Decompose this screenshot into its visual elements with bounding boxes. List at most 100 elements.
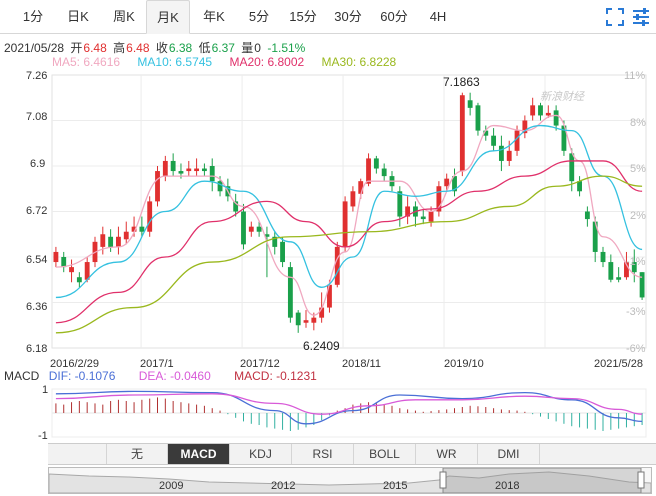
- candle-body: [467, 100, 473, 108]
- candle-body: [217, 181, 223, 192]
- time-navigator[interactable]: 2009 2012 2015 2018: [48, 467, 652, 494]
- y-left-tick: 6.54: [26, 254, 47, 266]
- candle-body: [186, 168, 192, 172]
- navigator-selection[interactable]: [442, 468, 642, 493]
- candle-body: [616, 277, 622, 280]
- gear-icon[interactable]: [630, 6, 652, 28]
- open-label: 开: [70, 41, 83, 55]
- tab-kdj[interactable]: KDJ: [230, 444, 292, 464]
- candle-body: [311, 317, 317, 323]
- candle-body: [248, 226, 254, 232]
- candle-body: [280, 241, 285, 263]
- candle-body: [600, 251, 606, 263]
- ma30-label: MA30: 6.8228: [321, 55, 397, 69]
- x-tick: 2018/11: [342, 358, 381, 370]
- candle-body: [366, 158, 371, 184]
- navigator-left-handle[interactable]: [439, 471, 447, 489]
- indicator-tab-bar: 无 MACD KDJ RSI BOLL WR DMI: [48, 443, 656, 465]
- candle-body: [116, 236, 121, 247]
- expand-icon[interactable]: [604, 6, 626, 28]
- quote-row: 2021/05/28 开6.48 高6.48 收6.38 低6.37 量0 -1…: [4, 39, 308, 56]
- candle-body: [303, 320, 309, 323]
- y-left-tick: 7.26: [26, 70, 47, 82]
- candle-body: [61, 257, 67, 268]
- candle-body: [201, 168, 207, 172]
- open-value: 6.48: [83, 41, 107, 55]
- candlestick-chart[interactable]: 新浪财经 7.1863 6.2409 7.26 7.08 6.9 6.72 6.…: [0, 70, 656, 370]
- close-value: 6.38: [168, 41, 193, 55]
- macd-y-tick: 1: [42, 384, 48, 396]
- ma5-line: [55, 114, 643, 316]
- dif-label: DIF: -0.1076: [48, 369, 116, 383]
- x-tick: 2019/10: [444, 358, 484, 370]
- nav-year-label: 2015: [383, 480, 407, 492]
- high-label: 高: [113, 41, 126, 55]
- macd-y-tick: -1: [38, 430, 48, 442]
- tab-dmi[interactable]: DMI: [478, 444, 540, 464]
- y-left-tick: 6.18: [26, 343, 47, 355]
- dea-label: DEA: -0.0460: [138, 369, 211, 383]
- ma20-line: [55, 160, 643, 324]
- tab-15min[interactable]: 15分: [282, 0, 324, 34]
- high-value: 6.48: [126, 41, 150, 55]
- candle-body: [506, 150, 512, 161]
- candle-body: [569, 153, 575, 182]
- ma20-label: MA20: 6.8002: [229, 55, 305, 69]
- tab-monthly-k[interactable]: 月K: [146, 0, 190, 34]
- y-left-tick: 6.72: [26, 205, 47, 217]
- close-label: 收: [155, 41, 168, 55]
- tab-5min[interactable]: 5分: [238, 0, 280, 34]
- candle-body: [178, 171, 184, 174]
- candle-body: [155, 171, 160, 202]
- candle-body: [381, 168, 387, 177]
- candle-body: [584, 211, 590, 220]
- tab-weekly-k[interactable]: 周K: [102, 0, 146, 34]
- tab-60min[interactable]: 60分: [372, 0, 416, 34]
- tab-rsi[interactable]: RSI: [292, 444, 354, 464]
- candle-body: [538, 105, 543, 116]
- tab-4h[interactable]: 4H: [418, 0, 458, 34]
- candle-body: [358, 181, 364, 194]
- tab-1min[interactable]: 1分: [14, 0, 52, 34]
- watermark: 新浪财经: [540, 90, 585, 103]
- min-annotation: 6.2409: [303, 339, 340, 353]
- low-label: 低: [198, 41, 211, 55]
- y-right-tick: 11%: [624, 70, 645, 82]
- navigator-right-handle[interactable]: [637, 471, 645, 489]
- y-right-tick: -3%: [626, 306, 646, 318]
- candle-body: [498, 145, 504, 161]
- ma-legend: MA5: 6.4616 MA10: 6.5745 MA20: 6.8002 MA…: [52, 55, 399, 69]
- tab-yearly-k[interactable]: 年K: [192, 0, 236, 34]
- y-left-tick: 6.9: [30, 158, 45, 170]
- y-right-tick: 8%: [630, 117, 646, 129]
- candle-body: [459, 95, 465, 172]
- volume-label: 量: [241, 41, 254, 55]
- y-right-tick: -6%: [626, 343, 646, 355]
- candle-body: [194, 168, 200, 172]
- candle-body: [639, 272, 645, 298]
- quote-date: 2021/05/28: [4, 41, 65, 55]
- volume-value: 0: [254, 41, 261, 55]
- candle-body: [342, 201, 348, 247]
- nav-year-label: 2012: [271, 480, 295, 492]
- candle-body: [475, 105, 481, 131]
- tab-daily-k[interactable]: 日K: [56, 0, 100, 34]
- max-annotation: 7.1863: [443, 75, 480, 89]
- dif-line: [55, 390, 643, 425]
- macd-chart[interactable]: 1 -1: [0, 383, 656, 443]
- candle-body: [76, 277, 82, 283]
- candle-body: [170, 160, 176, 172]
- y-left-tick: 6.36: [26, 301, 47, 313]
- tab-wr[interactable]: WR: [416, 444, 478, 464]
- candle-body: [209, 166, 215, 182]
- tab-macd[interactable]: MACD: [168, 444, 230, 464]
- candle-body: [287, 267, 293, 318]
- candle-body: [444, 178, 450, 187]
- tab-boll[interactable]: BOLL: [354, 444, 416, 464]
- tab-none[interactable]: 无: [106, 444, 168, 464]
- candle-body: [334, 246, 340, 285]
- candle-body: [608, 262, 614, 280]
- tab-30min[interactable]: 30分: [326, 0, 370, 34]
- macd-legend: MACD DIF: -0.1076 DEA: -0.0460 MACD: -0.…: [4, 369, 320, 383]
- candle-body: [397, 191, 403, 217]
